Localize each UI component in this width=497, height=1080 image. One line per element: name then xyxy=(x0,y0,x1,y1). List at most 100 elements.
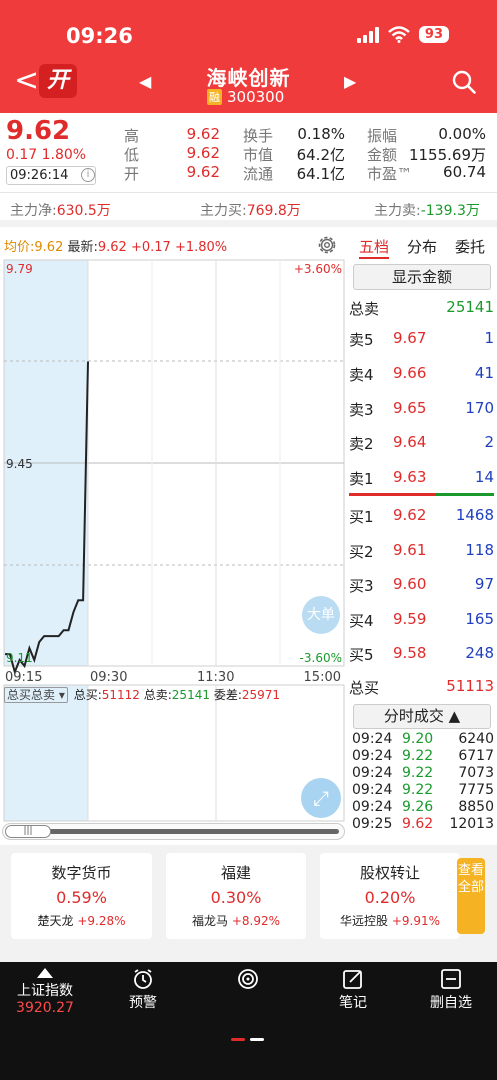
bid-volume: 118 xyxy=(465,541,494,559)
top-header: 09:26 93 < 开 ◀ 海峡创新 融 300300 ▶ xyxy=(0,0,497,113)
tick-volume: 12013 xyxy=(449,816,494,832)
main-net-value: 630.5万 xyxy=(56,203,111,219)
sector-leader-change: +9.91% xyxy=(391,914,441,928)
ask-volume: 14 xyxy=(474,468,494,486)
ask-row[interactable]: 卖3 9.65 170 xyxy=(349,399,494,419)
sector-card[interactable]: 股权转让 0.20% 华远控股 +9.91% xyxy=(320,853,460,939)
show-amount-button[interactable]: 显示金额 xyxy=(353,264,491,290)
bid-row[interactable]: 买5 9.58 248 xyxy=(349,644,494,664)
quote-time-text: 09:26:14 xyxy=(10,168,69,183)
amplitude-value: 0.00% xyxy=(438,125,486,143)
turnover-value: 0.18% xyxy=(297,125,345,143)
ask-label: 卖2 xyxy=(349,435,374,453)
expand-chart-icon[interactable]: ⤢ xyxy=(301,778,341,818)
ask-price: 9.67 xyxy=(393,329,427,347)
tab-five-levels[interactable]: 五档 xyxy=(359,236,390,259)
bid-volume: 248 xyxy=(465,644,494,662)
open-value: 9.62 xyxy=(186,163,220,181)
bid-label: 买1 xyxy=(349,508,374,526)
sector-leader: 华远控股 +9.91% xyxy=(320,912,460,929)
remove-watchlist-button[interactable]: 删自选 xyxy=(401,962,497,1012)
volume-selector-text: 总买总卖 xyxy=(7,688,56,702)
chart-header: 均价:9.62 最新:9.62 +0.17 +1.80% xyxy=(4,236,227,255)
intraday-chart[interactable]: 9.79 9.45 9.11 +3.60% -3.60% 09:15 09:30… xyxy=(0,258,347,823)
latest-change-pct: +1.80% xyxy=(174,240,228,255)
index-name: 上证指数 xyxy=(17,983,73,999)
sector-change: 0.20% xyxy=(364,888,416,907)
alert-button[interactable]: 预警 xyxy=(93,962,193,1012)
page-indicator xyxy=(231,1038,265,1041)
remove-icon xyxy=(441,969,461,989)
time-and-sales-toggle[interactable]: 分时成交 ▲ xyxy=(353,704,491,729)
tab-distribution[interactable]: 分布 xyxy=(407,236,437,257)
ask-volume: 2 xyxy=(484,433,494,451)
pct-label-top: +3.60% xyxy=(294,262,342,276)
bid-row[interactable]: 买3 9.60 97 xyxy=(349,575,494,595)
volume-pre-market-shade xyxy=(4,685,88,821)
main-net-flow: 主力净:630.5万 xyxy=(10,200,111,220)
battery-indicator: 93 xyxy=(418,26,449,43)
bid-row[interactable]: 买4 9.59 165 xyxy=(349,610,494,630)
total-buy-row-label: 总买 xyxy=(349,679,380,697)
market-cap-label: 市值 xyxy=(243,146,274,164)
info-icon[interactable]: i xyxy=(81,168,95,182)
latest-label: 最新: xyxy=(67,240,98,255)
ask-row[interactable]: 卖5 9.67 1 xyxy=(349,329,494,349)
sector-leader: 福龙马 +8.92% xyxy=(166,912,306,929)
target-button[interactable] xyxy=(198,962,298,992)
main-sell-label: 主力卖: xyxy=(374,203,421,219)
big-order-button[interactable]: 大单 xyxy=(302,596,340,634)
pe-ttm-value: 60.74 xyxy=(443,163,486,181)
notes-button[interactable]: 笔记 xyxy=(303,962,403,1012)
main-buy-flow: 主力买:769.8万 xyxy=(200,200,301,220)
x-tick: 09:30 xyxy=(90,670,127,685)
price-label-top: 9.79 xyxy=(6,262,33,276)
bid-label: 买3 xyxy=(349,577,374,595)
stock-code: 300300 xyxy=(227,88,285,106)
tick-price: 9.20 xyxy=(402,731,434,747)
change-value: 0.17 xyxy=(6,147,38,163)
sector-card[interactable]: 福建 0.30% 福龙马 +8.92% xyxy=(166,853,306,939)
ask-row[interactable]: 卖1 9.63 14 xyxy=(349,468,494,488)
scrollbar-handle[interactable]: ||| xyxy=(5,825,51,838)
ask-row[interactable]: 卖2 9.64 2 xyxy=(349,433,494,453)
tick-volume: 8850 xyxy=(458,799,494,815)
tick-price: 9.22 xyxy=(402,782,434,798)
main-buy-label: 主力买: xyxy=(200,203,247,219)
order-book-tabs: 五档 分布 委托 xyxy=(349,232,497,260)
bid-volume: 97 xyxy=(474,575,494,593)
index-ticker[interactable]: 上证指数 3920.27 xyxy=(0,962,90,1016)
main-buy-value: 769.8万 xyxy=(246,203,301,219)
total-sell-row: 总卖 25141 xyxy=(349,298,494,318)
quote-time[interactable]: 09:26:14 i xyxy=(6,166,96,185)
notes-label: 笔记 xyxy=(339,995,367,1011)
tick-price: 9.62 xyxy=(402,816,434,832)
order-diff-label: 委差: xyxy=(213,688,242,702)
bid-row[interactable]: 买2 9.61 118 xyxy=(349,541,494,561)
sector-leader-change: +9.28% xyxy=(77,914,126,928)
scrollbar-track xyxy=(49,829,339,834)
tick-time: 09:24 xyxy=(352,799,393,815)
volume-indicator-select[interactable]: 总买总卖 ▾ xyxy=(4,687,68,703)
amount-label: 金额 xyxy=(367,146,398,164)
bid-price: 9.59 xyxy=(393,610,427,628)
main-sell-value: -139.3万 xyxy=(420,203,480,219)
bid-label: 买4 xyxy=(349,612,374,630)
view-all-sectors-button[interactable]: 查看全部 xyxy=(457,858,485,934)
bid-label: 买2 xyxy=(349,543,374,561)
next-stock-button[interactable]: ▶ xyxy=(344,72,356,91)
tab-orders[interactable]: 委托 xyxy=(455,236,485,257)
volume-legend: 总买总卖 ▾ 总买:51112 总卖:25141 委差:25971 xyxy=(4,686,280,703)
chart-scrollbar[interactable]: ||| xyxy=(2,823,345,840)
bid-row[interactable]: 买1 9.62 1468 xyxy=(349,506,494,526)
ask-row[interactable]: 卖4 9.66 41 xyxy=(349,364,494,384)
fund-flow-bar[interactable]: 主力净:630.5万 主力买:769.8万 主力卖:-139.3万 xyxy=(0,193,497,227)
settings-gear-icon[interactable] xyxy=(316,234,338,256)
alert-label: 预警 xyxy=(129,995,157,1011)
sector-leader-name: 华远控股 xyxy=(339,914,388,928)
ask-label: 卖4 xyxy=(349,366,374,384)
total-buy-label: 总买: xyxy=(73,688,102,702)
tick-time: 09:24 xyxy=(352,731,393,747)
search-icon[interactable] xyxy=(452,70,476,94)
sector-card[interactable]: 数字货币 0.59% 楚天龙 +9.28% xyxy=(11,853,152,939)
